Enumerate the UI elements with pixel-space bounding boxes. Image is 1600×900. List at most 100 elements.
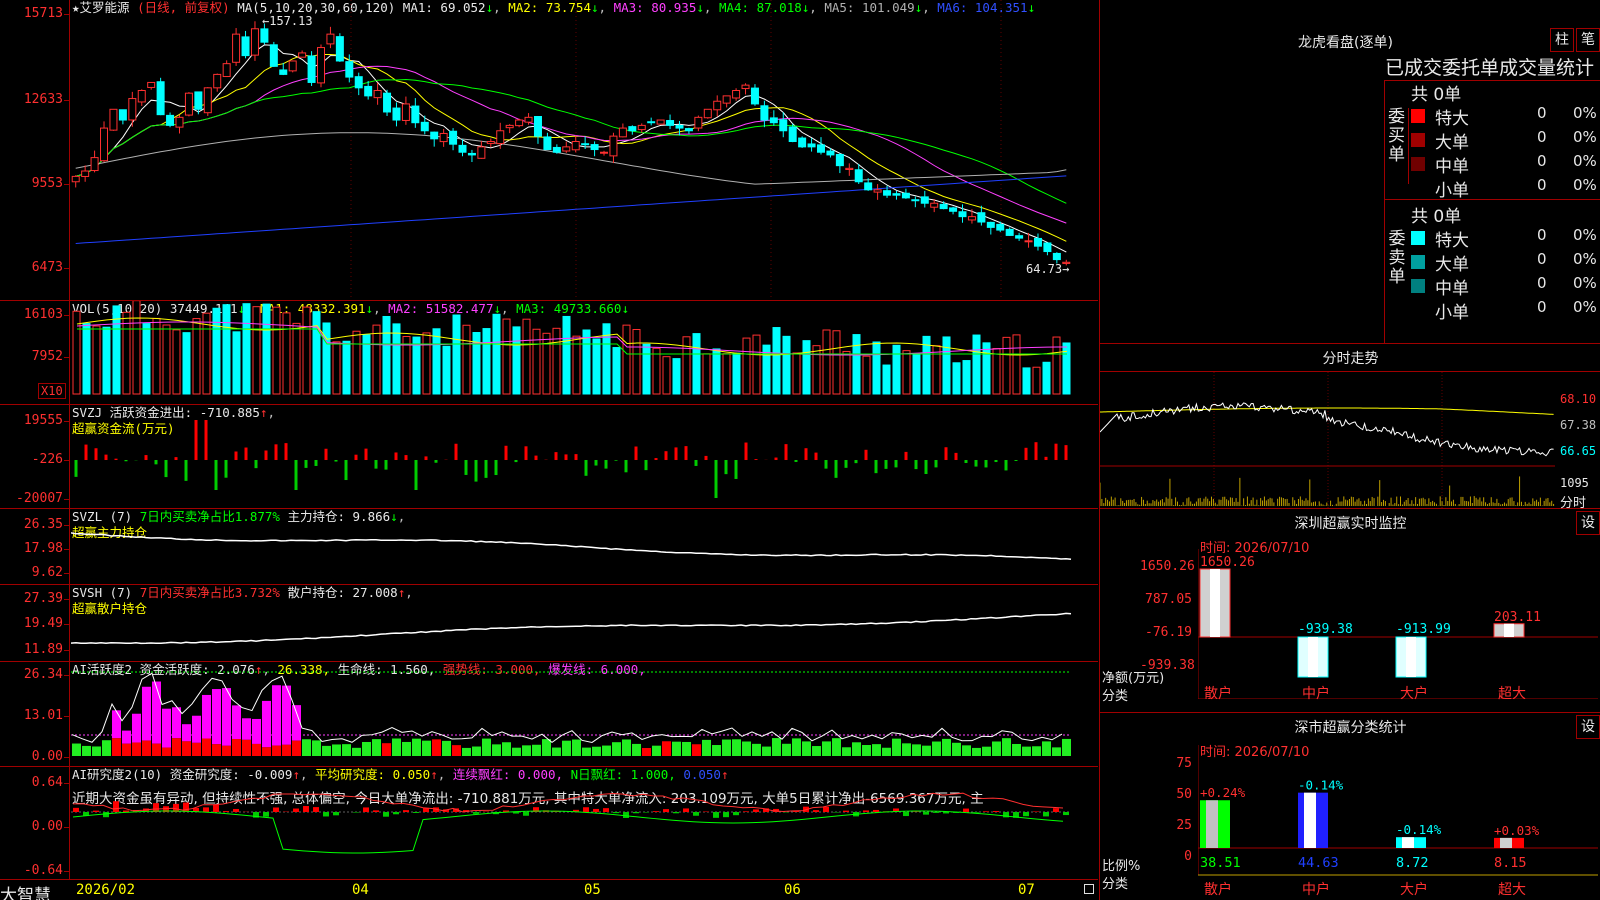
candle <box>958 211 967 218</box>
volume-bar <box>1052 336 1061 395</box>
volume-bar <box>652 347 661 395</box>
flow-bar <box>534 455 538 460</box>
flow-bar <box>784 444 788 460</box>
candle <box>118 109 127 121</box>
volume-bar <box>702 353 711 395</box>
volume-bar <box>122 311 131 395</box>
price-chart[interactable] <box>71 0 1098 300</box>
active-bar <box>1042 741 1051 756</box>
active-bar <box>552 747 561 756</box>
candle <box>335 36 344 62</box>
classify-change-label: +0.24% <box>1200 785 1246 800</box>
intraday-chart[interactable] <box>1100 372 1555 508</box>
ai-active-ytick: 13.01 <box>23 708 70 723</box>
active-bar <box>152 681 161 744</box>
chart-area[interactable]: 15713 12633 9553 6473 ★艾罗能源 (日线, 前复权) MA… <box>0 0 1098 900</box>
intraday-price-label: 68.10 <box>1560 392 1597 406</box>
active-bar <box>252 743 261 756</box>
classify-bar-highlight <box>1206 800 1218 848</box>
intraday-price-label: 67.38 <box>1560 418 1597 432</box>
flow-bar <box>594 460 598 466</box>
x-label: 07 <box>1018 882 1035 898</box>
volume-bar <box>422 332 431 395</box>
flow-bar <box>674 447 678 460</box>
active-bar <box>112 738 121 756</box>
research-bar <box>333 812 339 816</box>
buy-row: 小单 0 0% <box>1385 176 1600 201</box>
candle <box>930 202 939 208</box>
volume-bar <box>1002 336 1011 395</box>
svsh-panel[interactable]: 27.39 19.49 11.89 SVSH (7) 7日内买卖净占比3.732… <box>0 585 1098 662</box>
tick-mode-button[interactable]: 笔 <box>1576 28 1600 52</box>
monitor-bar-label: 203.11 <box>1494 610 1541 625</box>
flow-bar <box>94 448 98 460</box>
flow-bar <box>464 460 468 475</box>
active-bar <box>222 745 231 756</box>
active-bar <box>212 744 221 756</box>
monitor-section[interactable]: 深圳超赢实时监控 设 时间: 2026/07/10 1650.26 787.05… <box>1100 509 1600 713</box>
row-v2: 0% <box>1573 298 1597 316</box>
flow-bar <box>194 420 198 460</box>
flow-bar <box>924 460 928 474</box>
research-bar <box>1053 808 1059 812</box>
side-panel: 龙虎看盘(逐单) 柱 笔 已成交委托单成交量统计 委买单 共 0单 特大 0 0% … <box>1099 0 1600 900</box>
ai-research-panel[interactable]: 0.64 0.00 -0.64 AI研究度2(10) 资金研究度: -0.009… <box>0 767 1098 879</box>
active-bar <box>562 740 571 756</box>
flow-bar <box>494 460 498 476</box>
monitor-xlabel: 分类 <box>1102 689 1129 704</box>
flow-bar <box>794 460 798 462</box>
candle <box>420 121 429 132</box>
intraday-section[interactable]: 分时走势 68.10 67.38 66.65 1095 分时 <box>1100 344 1600 511</box>
ai-research-chart[interactable] <box>71 767 1098 879</box>
svzj-panel[interactable]: 19555 -226 -20007 SVZJ 活跃资金进出: -710.885↑… <box>0 405 1098 509</box>
candle <box>986 221 995 228</box>
flow-bar <box>1014 460 1018 461</box>
row-v1: 0 <box>1537 250 1547 268</box>
svzl-y-axis: 26.35 17.98 9.62 <box>0 509 70 584</box>
volume-chart[interactable] <box>71 301 1098 404</box>
candle <box>590 144 599 151</box>
monitor-title: 深圳超赢实时监控 <box>1294 516 1407 532</box>
classify-settings-button[interactable]: 设 <box>1576 715 1600 739</box>
svsh-ytick: 11.89 <box>23 642 70 657</box>
bar-mode-button[interactable]: 柱 <box>1550 28 1574 52</box>
svzl-panel[interactable]: 26.35 17.98 9.62 SVZL (7) 7日内买卖净占比1.877%… <box>0 509 1098 585</box>
svsh-chart[interactable] <box>71 585 1098 661</box>
active-bar <box>332 744 341 756</box>
volume-bar <box>252 306 261 395</box>
classify-chart[interactable]: +0.24% 38.51 -0.14% 44.63 -0.14% 8.72 +0.03% 8.… <box>1198 745 1598 895</box>
candle <box>779 119 788 132</box>
active-bar <box>82 745 91 756</box>
flow-bar <box>884 460 888 469</box>
price-panel[interactable]: 15713 12633 9553 6473 ★艾罗能源 (日线, 前复权) MA… <box>0 0 1098 301</box>
row-cat: 中单 <box>1435 157 1469 177</box>
classify-section[interactable]: 深市超赢分类统计 设 时间: 2026/07/10 75 50 25 0 比例%… <box>1100 713 1600 900</box>
research-bar <box>203 807 209 812</box>
svzj-chart[interactable] <box>71 405 1098 508</box>
flow-bar <box>904 451 908 460</box>
active-bar <box>1052 747 1061 756</box>
monitor-settings-button[interactable]: 设 <box>1576 511 1600 535</box>
lock-icon[interactable] <box>1084 884 1094 894</box>
research-bar <box>373 810 379 812</box>
candle <box>609 135 618 157</box>
candle <box>1033 237 1042 247</box>
row-cat: 小单 <box>1435 181 1469 201</box>
ai-active-chart[interactable] <box>71 662 1098 766</box>
active-bar <box>122 730 131 744</box>
volume-bar <box>692 333 701 395</box>
candle <box>703 108 712 119</box>
ai-active-panel[interactable]: 26.34 13.01 0.00 AI活跃度2 资金活跃度: 2.076↑, 2… <box>0 662 1098 767</box>
row-v1: 0 <box>1537 128 1547 146</box>
active-bar <box>752 743 761 756</box>
candle <box>515 119 524 127</box>
active-bar <box>352 747 361 756</box>
volume-bar <box>982 342 991 395</box>
svzl-chart[interactable] <box>71 509 1098 584</box>
monitor-chart[interactable]: 1650.26 -939.38 -913.99 203.11 <box>1198 549 1598 699</box>
volume-panel[interactable]: 16103 7952 X10 VOL(5,10,20) 37449.141↓, … <box>0 301 1098 405</box>
research-bar <box>653 811 659 812</box>
research-bar <box>933 812 939 813</box>
volume-bar <box>962 360 971 395</box>
research-bar <box>863 810 869 812</box>
